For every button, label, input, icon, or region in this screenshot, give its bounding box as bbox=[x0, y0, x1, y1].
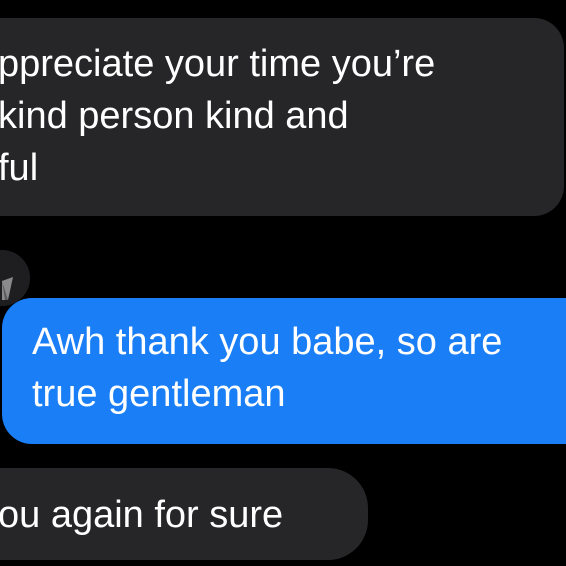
message-text-line: ful bbox=[0, 147, 39, 189]
message-bubble-incoming[interactable]: ppreciate your time you’re kind person k… bbox=[0, 18, 564, 216]
message-text-line: kind person kind and bbox=[0, 95, 349, 137]
message-text-line: true gentleman bbox=[32, 373, 286, 415]
message-bubble-outgoing[interactable]: Awh thank you babe, so are true gentlema… bbox=[2, 298, 566, 444]
message-text-line: Awh thank you babe, so are bbox=[32, 321, 503, 363]
message-text-line: ou again for sure bbox=[0, 494, 284, 536]
message-text-line: ppreciate your time you’re bbox=[0, 43, 436, 85]
chat-screen: ppreciate your time you’re kind person k… bbox=[0, 0, 566, 566]
message-bubble-incoming[interactable]: ou again for sure bbox=[0, 468, 368, 560]
